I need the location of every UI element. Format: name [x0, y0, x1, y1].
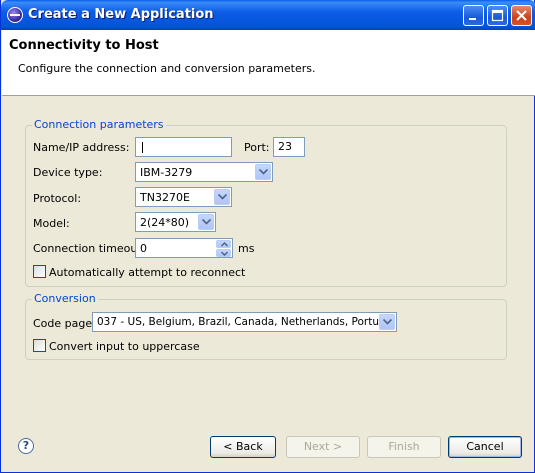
device-type-select[interactable]: IBM-3279 — [135, 162, 273, 182]
wizard-window: Create a New Application Connectivity to… — [0, 0, 535, 473]
eclipse-icon — [7, 7, 23, 23]
uppercase-label[interactable]: Convert input to uppercase — [49, 340, 200, 353]
code-page-label: Code page: — [33, 317, 96, 330]
code-page-value: 037 - US, Belgium, Brazil, Canada, Nethe… — [97, 316, 396, 328]
reconnect-checkbox[interactable] — [33, 265, 46, 278]
protocol-label: Protocol: — [33, 192, 82, 205]
back-button[interactable]: < Back — [210, 436, 276, 458]
text-caret — [142, 142, 143, 153]
timeout-value: 0 — [140, 242, 147, 255]
minimize-icon — [469, 18, 476, 20]
window-title: Create a New Application — [28, 7, 214, 22]
code-page-select[interactable]: 037 - US, Belgium, Brazil, Canada, Nethe… — [92, 312, 397, 332]
model-select[interactable]: 2(24*80) — [135, 212, 216, 232]
finish-button[interactable]: Finish — [367, 436, 441, 458]
spin-up-button[interactable] — [216, 240, 231, 248]
page-title: Connectivity to Host — [9, 38, 159, 53]
port-input[interactable]: 23 — [273, 137, 305, 157]
name-ip-input[interactable] — [135, 137, 232, 157]
chevron-down-icon[interactable] — [214, 189, 230, 205]
chevron-down-icon[interactable] — [379, 314, 395, 330]
next-button[interactable]: Next > — [286, 436, 360, 458]
close-button[interactable] — [511, 5, 532, 26]
chevron-down-icon[interactable] — [255, 164, 271, 180]
title-bar[interactable]: Create a New Application — [1, 0, 535, 30]
model-label: Model: — [33, 217, 70, 230]
spin-down-button[interactable] — [216, 249, 231, 257]
port-value: 23 — [278, 140, 292, 153]
uppercase-checkbox[interactable] — [33, 339, 46, 352]
chevron-down-icon[interactable] — [198, 214, 214, 230]
wizard-header: Connectivity to Host Configure the conne… — [2, 30, 535, 96]
port-label: Port: — [244, 141, 270, 154]
protocol-value: TN3270E — [140, 191, 190, 204]
maximize-icon — [491, 9, 504, 22]
maximize-button[interactable] — [487, 5, 508, 26]
reconnect-label[interactable]: Automatically attempt to reconnect — [49, 266, 245, 279]
page-description: Configure the connection and conversion … — [18, 62, 316, 75]
device-type-value: IBM-3279 — [140, 166, 193, 179]
group-legend: Connection parameters — [32, 118, 166, 131]
timeout-unit: ms — [238, 242, 255, 255]
timeout-label: Connection timeout: — [33, 242, 146, 255]
timeout-spinner[interactable]: 0 — [135, 238, 233, 258]
cancel-button[interactable]: Cancel — [448, 436, 522, 458]
group-legend: Conversion — [32, 292, 98, 305]
close-icon — [516, 10, 527, 21]
protocol-select[interactable]: TN3270E — [135, 187, 232, 207]
device-type-label: Device type: — [33, 166, 103, 179]
model-value: 2(24*80) — [140, 216, 190, 229]
name-label: Name/IP address: — [33, 141, 130, 154]
help-icon[interactable]: ? — [18, 438, 34, 454]
minimize-button[interactable] — [463, 5, 484, 26]
